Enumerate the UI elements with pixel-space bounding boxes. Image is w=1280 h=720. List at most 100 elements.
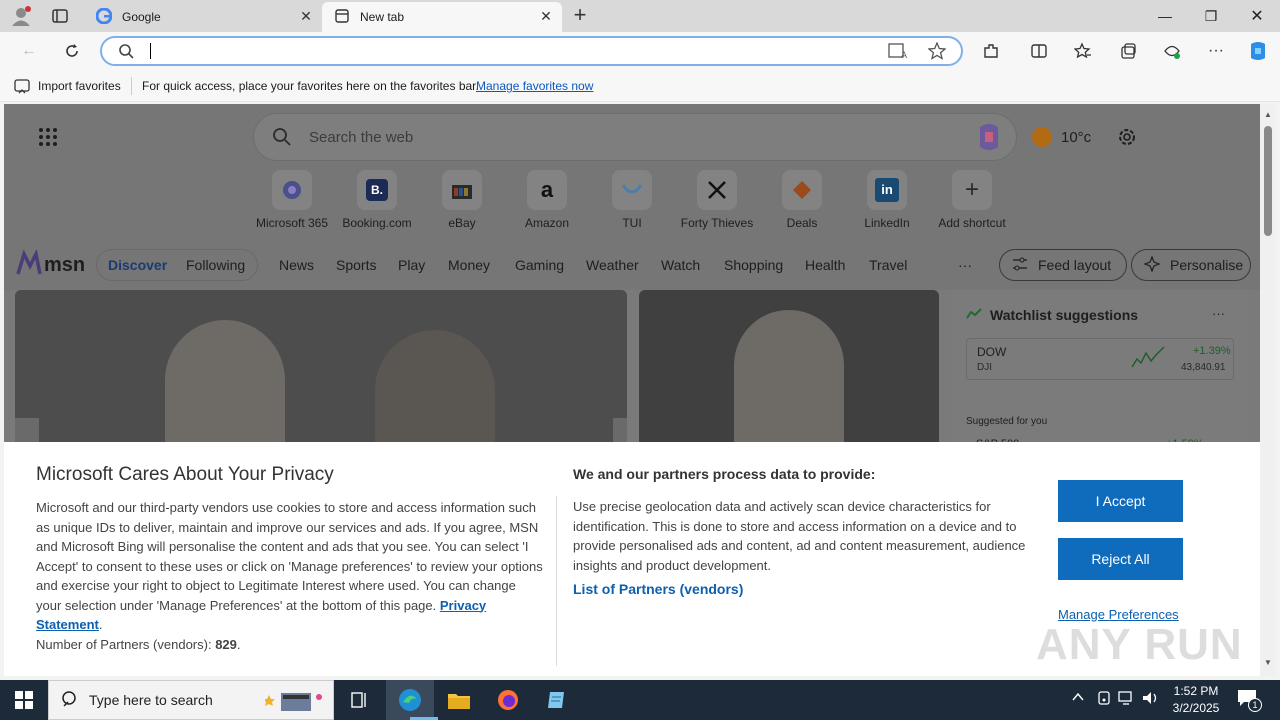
privacy-consent-dialog: Microsoft Cares About Your Privacy Micro… [4, 442, 1260, 676]
nav-money[interactable]: Money [448, 257, 490, 273]
manage-favorites-link[interactable]: Manage favorites now [476, 79, 593, 93]
nav-more-button[interactable]: ··· [958, 257, 972, 273]
personalise-label: Personalise [1170, 257, 1244, 273]
tab-google[interactable]: Google ✕ [84, 2, 322, 32]
notification-center-icon[interactable]: 1 [1236, 688, 1262, 712]
tab-following[interactable]: Following [186, 257, 245, 273]
tab-discover[interactable]: Discover [108, 257, 167, 273]
volume-icon[interactable] [1142, 690, 1160, 709]
news-card-main[interactable] [15, 290, 627, 450]
refresh-button[interactable] [57, 36, 87, 66]
nav-watch[interactable]: Watch [661, 257, 700, 273]
address-bar[interactable]: A [100, 36, 963, 66]
shortcut-tui[interactable]: TUI [590, 170, 674, 230]
back-button[interactable]: ← [14, 36, 44, 66]
accept-button[interactable]: I Accept [1058, 480, 1183, 522]
task-view-icon[interactable] [336, 680, 384, 720]
search-placeholder: Search the web [309, 129, 414, 146]
ticker-sub: DJI [977, 362, 992, 373]
collections-icon[interactable] [1113, 36, 1143, 66]
close-tab-icon[interactable]: ✕ [538, 8, 554, 24]
data-processing-heading: We and our partners process data to prov… [573, 466, 876, 482]
nav-sports[interactable]: Sports [336, 257, 376, 273]
show-hidden-icons[interactable] [1071, 690, 1085, 707]
split-screen-icon[interactable] [1024, 36, 1054, 66]
edge-taskbar-icon[interactable] [386, 680, 434, 720]
suggested-label: Suggested for you [966, 416, 1048, 427]
network-device-icon[interactable] [1096, 690, 1112, 709]
restore-button[interactable]: ❐ [1188, 0, 1234, 32]
watchlist-title: Watchlist suggestions [990, 307, 1139, 323]
address-input[interactable] [148, 42, 848, 60]
shortcut-microsoft-365[interactable]: Microsoft 365 [250, 170, 334, 230]
extensions-icon[interactable] [976, 36, 1006, 66]
sliders-icon [1012, 256, 1028, 275]
ticker-value: 43,840.91 [1181, 362, 1226, 373]
favorite-star-icon[interactable] [927, 41, 947, 63]
browser-essentials-icon[interactable] [1157, 36, 1187, 66]
shortcut-label: Booking.com [342, 216, 412, 230]
feed-layout-label: Feed layout [1038, 257, 1112, 273]
page-settings-icon[interactable] [1116, 126, 1138, 151]
booking-icon: B. [357, 170, 397, 210]
shortcut-ebay[interactable]: eBay [420, 170, 504, 230]
profile-icon[interactable] [10, 5, 32, 27]
watchlist-item[interactable]: DOW DJI +1.39% 43,840.91 [966, 338, 1234, 380]
nav-travel[interactable]: Travel [869, 257, 907, 273]
start-button[interactable] [0, 680, 48, 720]
tab-actions-icon[interactable] [52, 8, 68, 24]
notepad-icon[interactable] [533, 680, 581, 720]
new-tab-button[interactable]: + [568, 4, 592, 28]
crossed-swords-icon [697, 170, 737, 210]
plus-icon: + [952, 170, 992, 210]
list-of-partners-link[interactable]: List of Partners (vendors) [573, 581, 743, 597]
import-favorites-button[interactable]: Import favorites [38, 79, 121, 93]
shortcut-deals[interactable]: Deals [760, 170, 844, 230]
minimize-button[interactable]: — [1142, 0, 1188, 32]
news-card-secondary[interactable] [639, 290, 939, 450]
copilot-icon[interactable] [974, 123, 1004, 154]
tui-icon [612, 170, 652, 210]
app-launcher-icon[interactable] [38, 127, 58, 150]
nav-health[interactable]: Health [805, 257, 845, 273]
settings-more-icon[interactable]: ··· [1201, 36, 1231, 66]
dialog-divider [556, 496, 557, 666]
tab-new-tab[interactable]: New tab ✕ [322, 2, 562, 32]
nav-news[interactable]: News [279, 257, 314, 273]
weather-temperature[interactable]: 10°c [1061, 129, 1091, 146]
shortcut-forty-thieves[interactable]: Forty Thieves [675, 170, 759, 230]
file-explorer-icon[interactable] [435, 680, 483, 720]
taskbar-search-box[interactable]: Type here to search [48, 680, 334, 720]
shortcut-linkedin[interactable]: in LinkedIn [845, 170, 929, 230]
shortcut-booking[interactable]: B. Booking.com [335, 170, 419, 230]
nav-gaming[interactable]: Gaming [515, 257, 564, 273]
firefox-icon[interactable] [484, 680, 532, 720]
msn-logo-icon[interactable] [16, 248, 42, 279]
nav-weather[interactable]: Weather [586, 257, 639, 273]
data-processing-text: Use precise geolocation data and activel… [573, 499, 1026, 573]
taskbar-search-placeholder: Type here to search [89, 692, 213, 708]
immersive-reader-icon[interactable]: A [888, 42, 908, 63]
scroll-up-icon[interactable]: ▲ [1264, 110, 1272, 119]
scrollbar-thumb[interactable] [1264, 126, 1272, 236]
scroll-down-icon[interactable]: ▼ [1264, 658, 1272, 667]
copilot-icon[interactable] [1243, 36, 1273, 66]
feed-layout-button[interactable]: Feed layout [999, 249, 1127, 281]
import-favorites-icon [14, 78, 30, 97]
shortcut-amazon[interactable]: a Amazon [505, 170, 589, 230]
browser-toolbar: ← A ··· [0, 32, 1280, 70]
favorites-icon[interactable] [1068, 36, 1098, 66]
new-tab-icon [334, 8, 350, 27]
personalise-button[interactable]: Personalise [1131, 249, 1251, 281]
network-icon[interactable] [1118, 690, 1136, 709]
nav-play[interactable]: Play [398, 257, 425, 273]
shortcut-add[interactable]: + Add shortcut [930, 170, 1014, 230]
web-search-box[interactable]: Search the web [254, 114, 1016, 160]
close-tab-icon[interactable]: ✕ [298, 8, 314, 24]
page-scrollbar[interactable]: ▲ ▼ [1260, 104, 1276, 676]
system-clock[interactable]: 1:52 PM 3/2/2025 [1166, 683, 1226, 717]
reject-all-button[interactable]: Reject All [1058, 538, 1183, 580]
nav-shopping[interactable]: Shopping [724, 257, 783, 273]
watchlist-more-button[interactable]: ··· [1212, 306, 1225, 321]
close-window-button[interactable]: ✕ [1234, 0, 1280, 32]
